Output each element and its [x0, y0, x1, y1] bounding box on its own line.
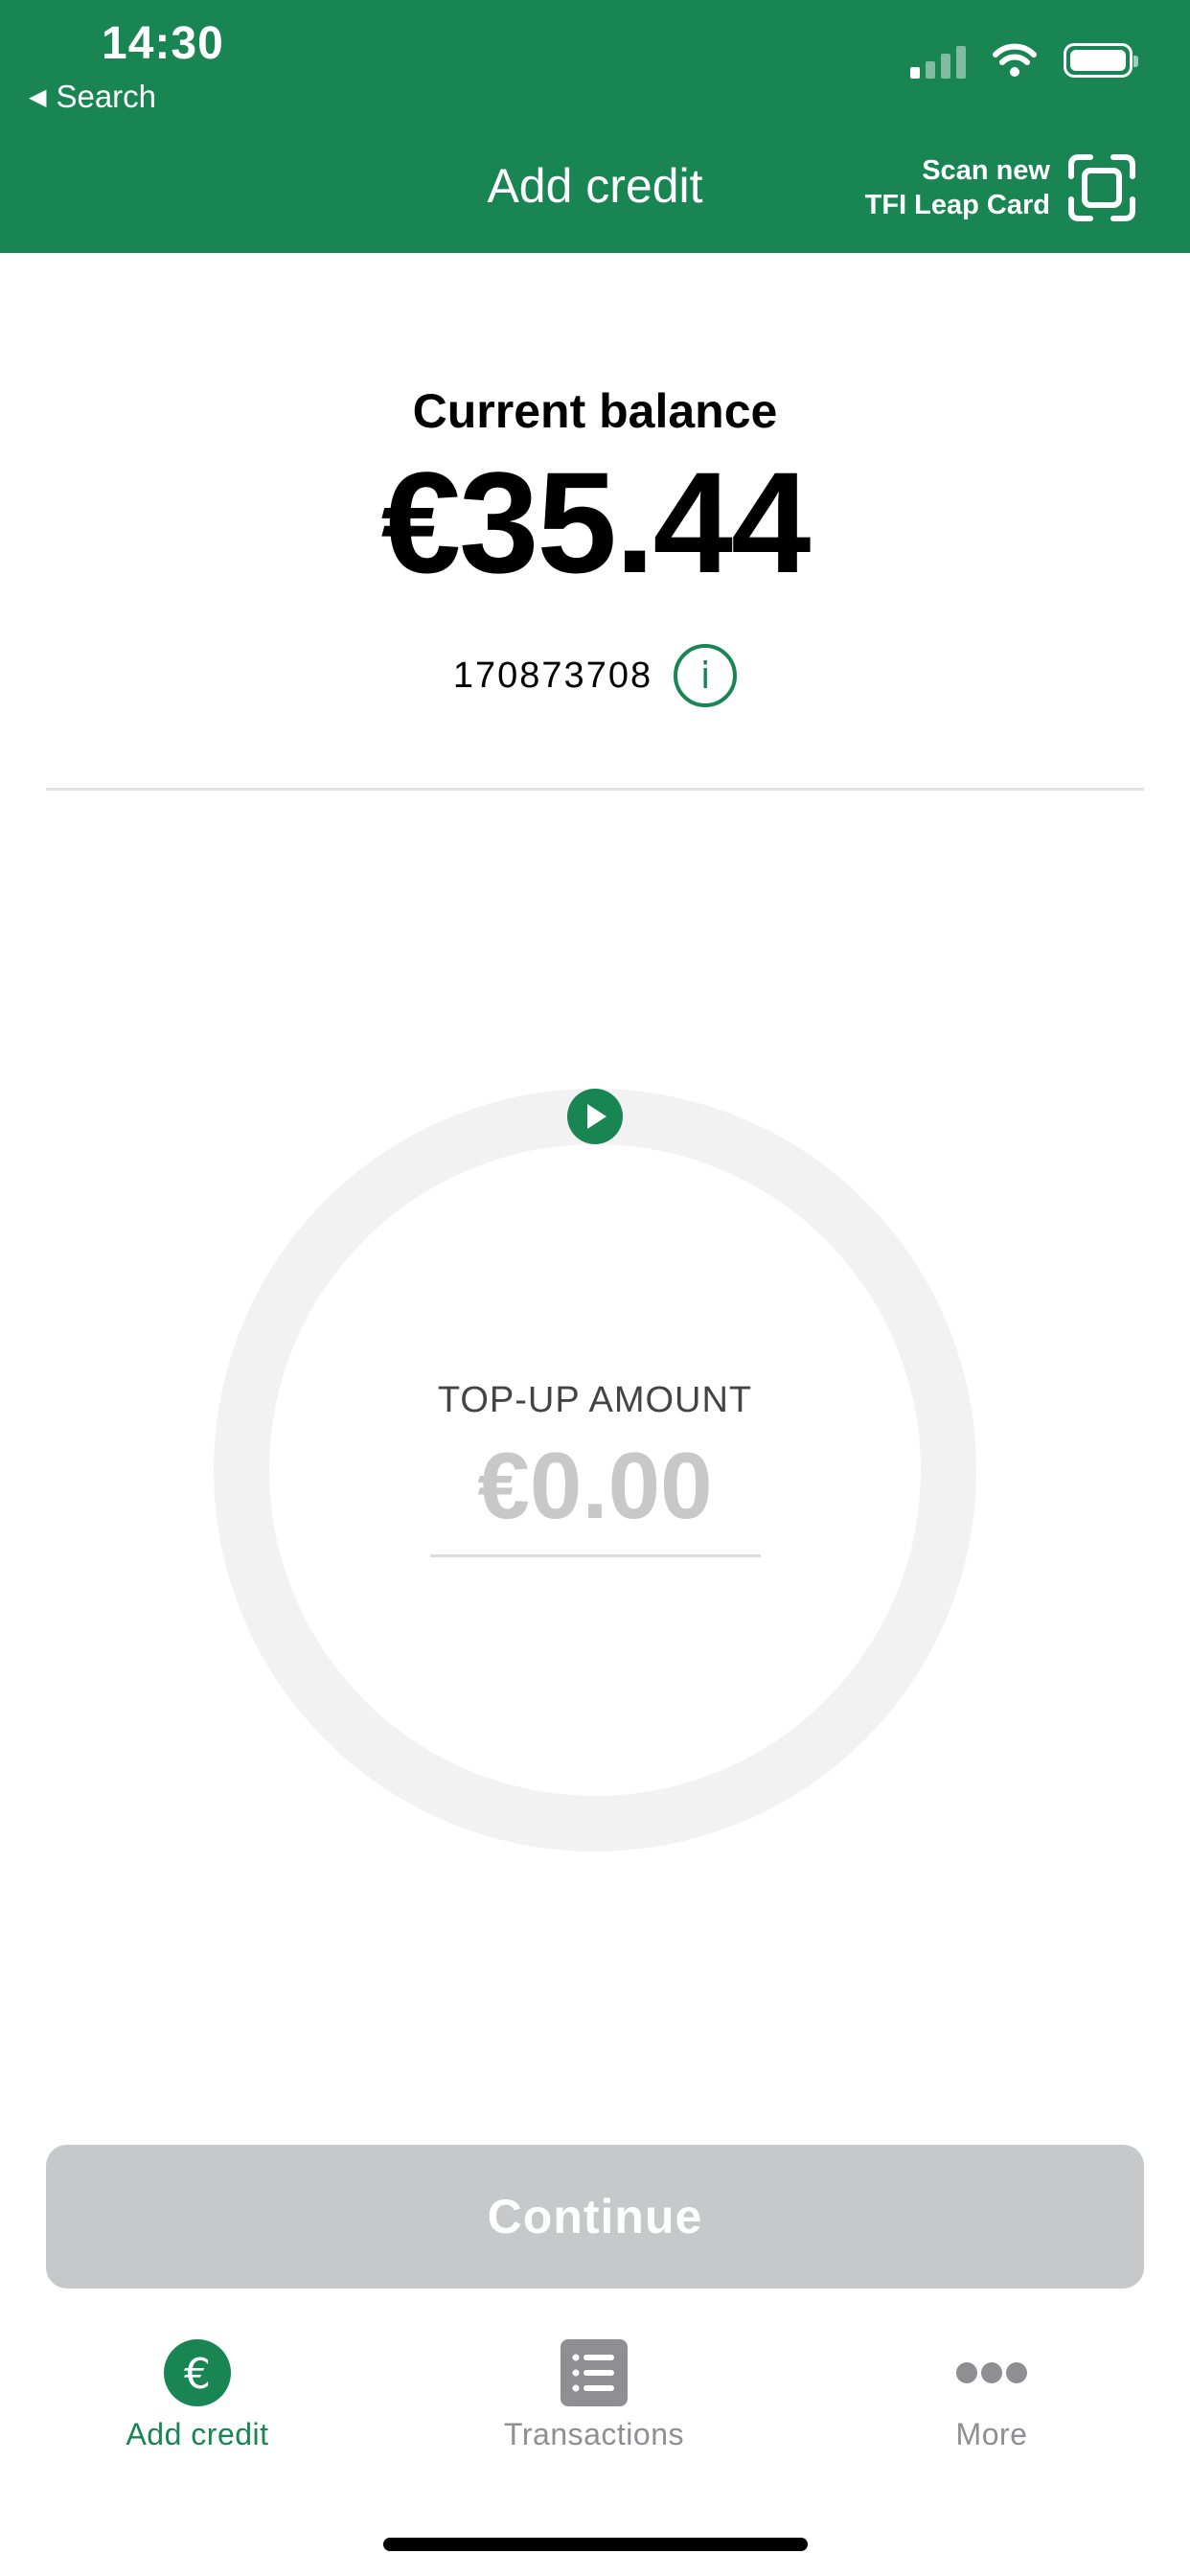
continue-button[interactable]: Continue — [46, 2145, 1144, 2288]
card-number-row: 170873708 i — [0, 644, 1190, 707]
top-up-amount-value[interactable]: €0.00 — [0, 1433, 1190, 1538]
status-icons — [910, 42, 1138, 79]
wifi-icon — [993, 43, 1037, 77]
euro-icon: € — [164, 2339, 231, 2406]
tab-bar: € Add credit Transactions More — [0, 2338, 1190, 2492]
scan-frame-icon — [1068, 154, 1135, 221]
scan-label-line1: Scan new — [922, 155, 1050, 186]
back-label: Search — [56, 79, 157, 114]
more-dots-icon — [956, 2362, 1027, 2383]
top-up-amount-underline — [430, 1554, 761, 1557]
tab-add-credit-label: Add credit — [126, 2417, 269, 2451]
scan-new-card-label: Scan new TFI Leap Card — [865, 153, 1050, 222]
current-balance-label: Current balance — [412, 384, 778, 438]
scan-label-line2: TFI Leap Card — [864, 190, 1050, 220]
back-to-search-link[interactable]: ◀ Search — [29, 79, 156, 115]
home-indicator — [383, 2538, 808, 2551]
status-time: 14:30 — [102, 18, 224, 69]
current-balance-amount: €35.44 — [380, 442, 812, 603]
tab-more-label: More — [955, 2417, 1028, 2451]
scan-new-card-button[interactable]: Scan new TFI Leap Card — [865, 153, 1136, 222]
app-header: 14:30 ◀ Search Add credit Scan new TFI L… — [0, 0, 1190, 253]
tab-transactions[interactable]: Transactions — [450, 2338, 738, 2452]
info-icon[interactable]: i — [674, 644, 738, 707]
list-icon — [561, 2339, 628, 2406]
tab-transactions-label: Transactions — [504, 2417, 684, 2451]
divider — [46, 788, 1144, 791]
dial-handle-play-icon[interactable] — [567, 1089, 623, 1144]
svg-text:€: € — [184, 2350, 211, 2399]
battery-icon — [1064, 43, 1138, 78]
card-number: 170873708 — [452, 655, 653, 696]
back-arrow-icon: ◀ — [29, 83, 47, 110]
cellular-signal-icon — [910, 42, 966, 79]
top-up-amount-label: TOP-UP AMOUNT — [437, 1380, 753, 1420]
tab-more[interactable]: More — [848, 2338, 1135, 2452]
tab-add-credit[interactable]: € Add credit — [54, 2338, 341, 2452]
